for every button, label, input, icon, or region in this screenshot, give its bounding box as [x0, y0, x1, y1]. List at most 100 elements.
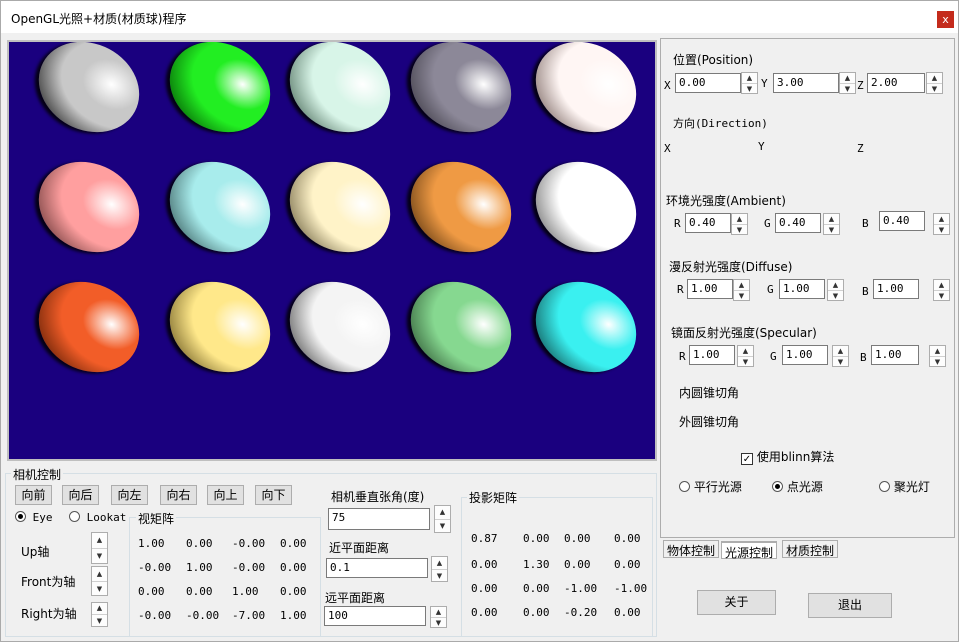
- spin-down-icon[interactable]: ▼: [934, 224, 949, 234]
- spe-r-field[interactable]: 1.00: [689, 345, 735, 365]
- spin-up-icon[interactable]: ▲: [92, 603, 107, 614]
- pos-z-spinner[interactable]: ▲ ▼: [926, 72, 943, 94]
- down-button[interactable]: 向下: [255, 485, 292, 505]
- pos-y-field[interactable]: 3.00: [773, 73, 839, 93]
- amb-b-spinner[interactable]: ▲ ▼: [933, 213, 950, 235]
- spin-up-icon[interactable]: ▲: [930, 346, 945, 356]
- tab-material-control[interactable]: 材质控制: [782, 540, 839, 558]
- near-plane-field[interactable]: 0.1: [326, 558, 428, 578]
- about-button[interactable]: 关于: [697, 590, 776, 615]
- spin-up-icon[interactable]: ▲: [92, 567, 107, 581]
- spin-up-icon[interactable]: ▲: [431, 607, 446, 617]
- right-button[interactable]: 向右: [160, 485, 197, 505]
- spe-g-field[interactable]: 1.00: [782, 345, 828, 365]
- spin-down-icon[interactable]: ▼: [934, 290, 949, 300]
- amb-r-spinner[interactable]: ▲ ▼: [731, 213, 748, 235]
- dif-g-field[interactable]: 1.00: [779, 279, 825, 299]
- spin-up-icon[interactable]: ▲: [833, 346, 848, 356]
- spin-down-icon[interactable]: ▼: [840, 83, 855, 93]
- spin-down-icon[interactable]: ▼: [927, 83, 942, 93]
- matrix-cell: 0.00: [614, 606, 641, 619]
- matrix-cell: 0.00: [280, 561, 307, 574]
- opengl-viewport[interactable]: [7, 40, 657, 461]
- pos-x-field[interactable]: 0.00: [675, 73, 741, 93]
- spin-up-icon[interactable]: ▲: [840, 73, 855, 83]
- close-button[interactable]: x: [937, 11, 954, 28]
- left-button[interactable]: 向左: [111, 485, 148, 505]
- spin-up-icon[interactable]: ▲: [934, 280, 949, 290]
- spin-down-icon[interactable]: ▼: [435, 519, 450, 532]
- spin-up-icon[interactable]: ▲: [824, 214, 839, 224]
- radio-icon[interactable]: [879, 481, 890, 492]
- material-sphere: [153, 144, 287, 270]
- spin-down-icon[interactable]: ▼: [742, 83, 757, 93]
- radio-spot[interactable]: 聚光灯: [879, 478, 930, 495]
- radio-eye[interactable]: Eye: [15, 511, 53, 524]
- amb-g-spinner[interactable]: ▲ ▼: [823, 213, 840, 235]
- dif-g-spinner[interactable]: ▲ ▼: [827, 279, 844, 301]
- spin-up-icon[interactable]: ▲: [732, 214, 747, 224]
- spin-down-icon[interactable]: ▼: [930, 356, 945, 366]
- spe-b-field[interactable]: 1.00: [871, 345, 919, 365]
- spin-down-icon[interactable]: ▼: [431, 617, 446, 627]
- amb-r-field[interactable]: 0.40: [685, 213, 731, 233]
- fov-spinner[interactable]: ▲ ▼: [434, 505, 451, 533]
- spin-up-icon[interactable]: ▲: [742, 73, 757, 83]
- near-plane-spinner[interactable]: ▲ ▼: [431, 556, 448, 582]
- spe-b-spinner[interactable]: ▲ ▼: [929, 345, 946, 367]
- far-plane-spinner[interactable]: ▲ ▼: [430, 606, 447, 628]
- blinn-checkbox[interactable]: ✓ 使用blinn算法: [741, 448, 834, 465]
- dif-b-spinner[interactable]: ▲ ▼: [933, 279, 950, 301]
- spin-up-icon[interactable]: ▲: [927, 73, 942, 83]
- radio-directional[interactable]: 平行光源: [679, 478, 742, 495]
- pos-x-spinner[interactable]: ▲ ▼: [741, 72, 758, 94]
- pos-y-spinner[interactable]: ▲ ▼: [839, 72, 856, 94]
- amb-b-field[interactable]: 0.40: [879, 211, 925, 231]
- tab-object-control[interactable]: 物体控制: [663, 540, 720, 558]
- tab-light-control[interactable]: 光源控制: [721, 541, 778, 560]
- backward-button[interactable]: 向后: [62, 485, 99, 505]
- radio-icon[interactable]: [679, 481, 690, 492]
- radio-icon[interactable]: [69, 511, 80, 522]
- dif-b-field[interactable]: 1.00: [873, 279, 919, 299]
- specular-title: 镜面反射光强度(Specular): [671, 326, 817, 340]
- spin-down-icon[interactable]: ▼: [833, 356, 848, 366]
- spin-down-icon[interactable]: ▼: [92, 614, 107, 626]
- up-button[interactable]: 向上: [207, 485, 244, 505]
- up-axis-spinner[interactable]: ▲ ▼: [91, 532, 108, 564]
- spin-up-icon[interactable]: ▲: [738, 346, 753, 356]
- spin-up-icon[interactable]: ▲: [435, 506, 450, 519]
- fov-field[interactable]: 75: [328, 508, 430, 530]
- spin-down-icon[interactable]: ▼: [828, 290, 843, 300]
- spin-down-icon[interactable]: ▼: [734, 290, 749, 300]
- spe-r-spinner[interactable]: ▲ ▼: [737, 345, 754, 367]
- spin-down-icon[interactable]: ▼: [824, 224, 839, 234]
- radio-selected-icon[interactable]: [772, 481, 783, 492]
- spin-down-icon[interactable]: ▼: [92, 581, 107, 595]
- checkbox-check-icon[interactable]: ✓: [741, 453, 753, 465]
- spin-down-icon[interactable]: ▼: [92, 548, 107, 563]
- spin-down-icon[interactable]: ▼: [738, 356, 753, 366]
- radio-point[interactable]: 点光源: [772, 478, 823, 495]
- radio-selected-icon[interactable]: [15, 511, 26, 522]
- spin-up-icon[interactable]: ▲: [734, 280, 749, 290]
- far-plane-field[interactable]: 100: [324, 606, 426, 626]
- matrix-cell: -0.00: [186, 609, 220, 622]
- forward-button[interactable]: 向前: [15, 485, 52, 505]
- spin-up-icon[interactable]: ▲: [828, 280, 843, 290]
- dif-r-field[interactable]: 1.00: [687, 279, 733, 299]
- spe-g-spinner[interactable]: ▲ ▼: [832, 345, 849, 367]
- spin-down-icon[interactable]: ▼: [732, 224, 747, 234]
- spin-down-icon[interactable]: ▼: [432, 569, 447, 581]
- spin-up-icon[interactable]: ▲: [934, 214, 949, 224]
- exit-button[interactable]: 退出: [808, 593, 892, 618]
- point-label: 点光源: [786, 480, 823, 494]
- pos-z-field[interactable]: 2.00: [867, 73, 925, 93]
- amb-g-field[interactable]: 0.40: [775, 213, 821, 233]
- spin-up-icon[interactable]: ▲: [432, 557, 447, 569]
- radio-lookat[interactable]: Lookat: [69, 511, 126, 524]
- front-axis-spinner[interactable]: ▲ ▼: [91, 566, 108, 596]
- dif-r-spinner[interactable]: ▲ ▼: [733, 279, 750, 301]
- spin-up-icon[interactable]: ▲: [92, 533, 107, 548]
- right-axis-spinner[interactable]: ▲ ▼: [91, 602, 108, 627]
